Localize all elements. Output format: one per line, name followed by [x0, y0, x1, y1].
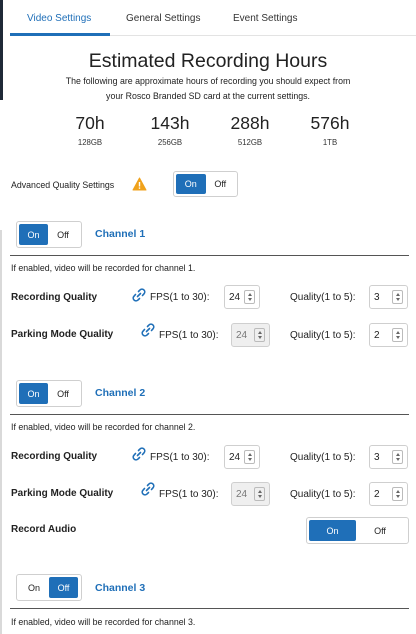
- description-line-1: The following are approximate hours of r…: [65, 76, 351, 86]
- estimate-hours: 576h: [310, 113, 350, 133]
- channel-1-recording-quality-field-label: Quality(1 to 5):: [290, 292, 356, 303]
- tab-general-settings[interactable]: General Settings: [126, 13, 201, 24]
- link-icon[interactable]: [140, 322, 156, 343]
- channel-2-recording-quality-field-label: Quality(1 to 5):: [290, 452, 356, 463]
- advanced-off-button[interactable]: Off: [206, 174, 236, 194]
- stepper-value: 2: [374, 329, 380, 341]
- channel-3-note: If enabled, video will be recorded for c…: [11, 617, 196, 627]
- channel-1-toggle: On Off: [16, 221, 82, 248]
- channel-2-title: Channel 2: [95, 387, 146, 399]
- channel-1-parking-quality-field-label: Quality(1 to 5):: [290, 330, 356, 341]
- estimate-card-size: 128GB: [77, 138, 103, 147]
- stepper-value: 3: [374, 291, 380, 303]
- channel-1-parking-mode-quality-label: Parking Mode Quality: [11, 329, 114, 340]
- link-icon[interactable]: [131, 446, 147, 467]
- stepper-value: 3: [374, 451, 380, 463]
- channel-2-parking-quality-stepper[interactable]: 2: [369, 482, 408, 506]
- page-title: Estimated Recording Hours: [88, 50, 328, 72]
- channel-3-divider: [10, 608, 409, 609]
- channel-2-divider: [10, 414, 409, 415]
- estimate-hours: 70h: [75, 113, 105, 133]
- spin-arrows-icon[interactable]: [244, 290, 255, 304]
- page-description: The following are approximate hours of r…: [30, 74, 386, 104]
- channel-2-recording-quality-label: Recording Quality: [11, 451, 98, 462]
- channel-2-on-button[interactable]: On: [19, 383, 48, 404]
- link-icon[interactable]: [140, 481, 156, 502]
- stepper-value: 24: [236, 329, 248, 341]
- channel-1-recording-fps-label: FPS(1 to 30):: [150, 292, 210, 303]
- advanced-quality-label: Advanced Quality Settings: [11, 180, 115, 190]
- channel-1-recording-quality-label: Recording Quality: [11, 292, 98, 303]
- stepper-value: 24: [236, 488, 248, 500]
- spin-arrows-icon[interactable]: [254, 487, 265, 501]
- record-audio-off-button[interactable]: Off: [356, 520, 404, 541]
- spin-arrows-icon[interactable]: [392, 328, 403, 342]
- channel-3-toggle: On Off: [16, 574, 82, 601]
- settings-tabs: Video Settings General Settings Event Se…: [10, 0, 416, 36]
- estimate-card-size: 512GB: [237, 138, 263, 147]
- spin-arrows-icon[interactable]: [392, 487, 403, 501]
- record-audio-on-button[interactable]: On: [309, 520, 356, 541]
- record-audio-label: Record Audio: [11, 524, 77, 535]
- estimate-hours: 143h: [150, 113, 190, 133]
- estimate-1tb: 576h 1TB: [290, 113, 370, 147]
- advanced-quality-toggle: On Off: [173, 171, 238, 197]
- tab-event-settings[interactable]: Event Settings: [233, 13, 297, 24]
- channel-1-title: Channel 1: [95, 228, 146, 240]
- channel-2-recording-quality-stepper[interactable]: 3: [369, 445, 408, 469]
- channel-2-parking-quality-field-label: Quality(1 to 5):: [290, 489, 356, 500]
- estimate-256gb: 143h 256GB: [130, 113, 210, 147]
- warning-triangle-icon: [132, 177, 147, 196]
- estimate-512gb: 288h 512GB: [210, 113, 290, 147]
- estimate-hours: 288h: [230, 113, 270, 133]
- advanced-on-button[interactable]: On: [176, 174, 206, 194]
- link-icon[interactable]: [131, 287, 147, 308]
- spin-arrows-icon[interactable]: [392, 290, 403, 304]
- channel-1-on-button[interactable]: On: [19, 224, 48, 245]
- stepper-value: 2: [374, 488, 380, 500]
- channel-2-parking-fps-label: FPS(1 to 30):: [159, 489, 219, 500]
- description-line-2: your Rosco Branded SD card at the curren…: [106, 91, 310, 101]
- stepper-value: 24: [229, 291, 241, 303]
- channel-3-on-button[interactable]: On: [19, 577, 49, 598]
- channel-2-toggle: On Off: [16, 380, 82, 407]
- active-tab-indicator: [10, 33, 110, 36]
- estimate-card-size: 256GB: [157, 138, 183, 147]
- channel-2-parking-fps-stepper[interactable]: 24: [231, 482, 270, 506]
- channel-1-divider: [10, 255, 409, 256]
- channel-2-off-button[interactable]: Off: [48, 383, 78, 404]
- channel-1-off-button[interactable]: Off: [48, 224, 78, 245]
- stepper-value: 24: [229, 451, 241, 463]
- channel-1-parking-fps-stepper[interactable]: 24: [231, 323, 270, 347]
- record-audio-toggle: On Off: [306, 517, 409, 544]
- spin-arrows-icon[interactable]: [254, 328, 265, 342]
- channel-3-off-button[interactable]: Off: [49, 577, 78, 598]
- channel-2-note: If enabled, video will be recorded for c…: [11, 422, 196, 432]
- spin-arrows-icon[interactable]: [244, 450, 255, 464]
- channel-2-recording-fps-stepper[interactable]: 24: [224, 445, 260, 469]
- channel-1-note: If enabled, video will be recorded for c…: [11, 263, 196, 273]
- channel-3-title: Channel 3: [95, 582, 146, 594]
- estimate-card-size: 1TB: [322, 138, 338, 147]
- estimate-128gb: 70h 128GB: [50, 113, 130, 147]
- channel-1-parking-quality-stepper[interactable]: 2: [369, 323, 408, 347]
- tab-video-settings[interactable]: Video Settings: [27, 13, 91, 24]
- spin-arrows-icon[interactable]: [392, 450, 403, 464]
- channel-1-recording-fps-stepper[interactable]: 24: [224, 285, 260, 309]
- channel-1-recording-quality-stepper[interactable]: 3: [369, 285, 408, 309]
- channel-1-parking-fps-label: FPS(1 to 30):: [159, 330, 219, 341]
- window-edge-lower: [0, 230, 2, 634]
- channel-2-recording-fps-label: FPS(1 to 30):: [150, 452, 210, 463]
- channel-2-parking-mode-quality-label: Parking Mode Quality: [11, 488, 114, 499]
